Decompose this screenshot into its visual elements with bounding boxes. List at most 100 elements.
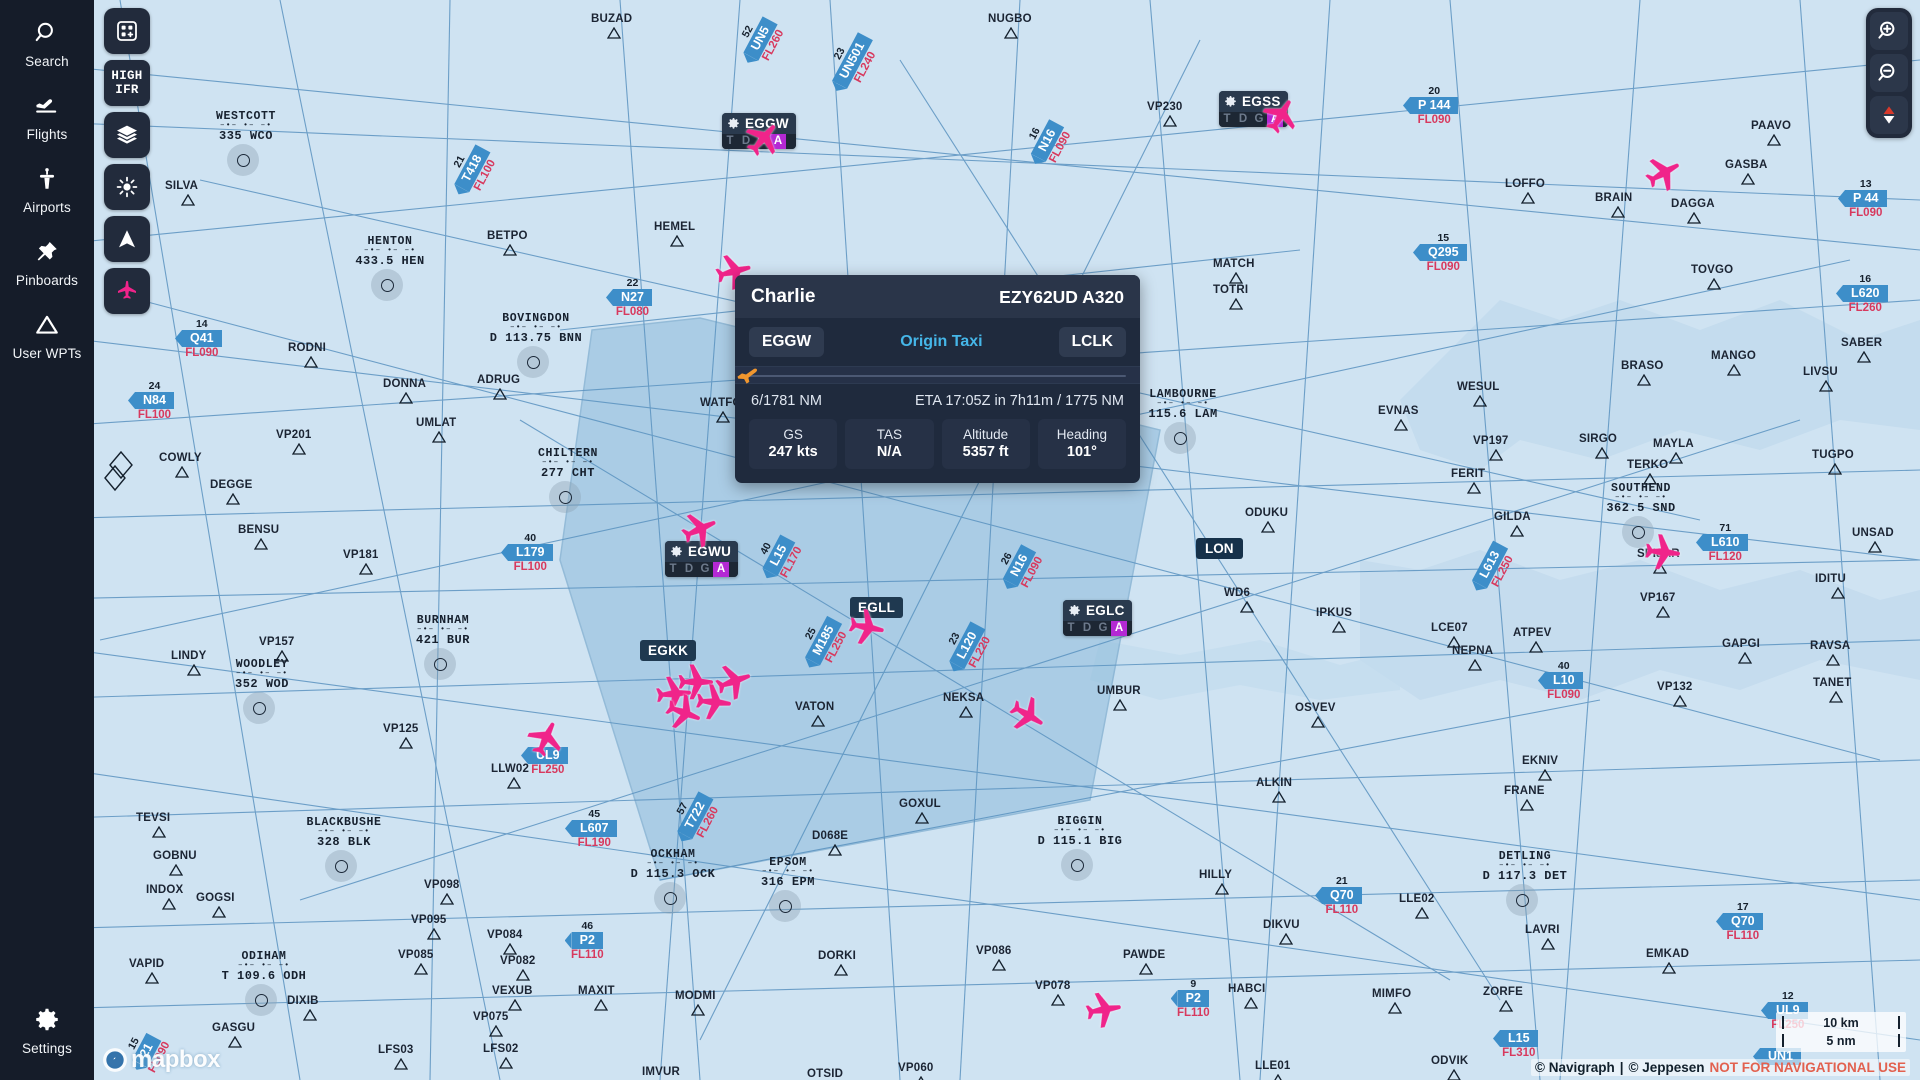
metric-gs-label: GS (783, 427, 803, 442)
airport-chart-modes[interactable]: TDGA (722, 134, 796, 149)
airport-badge-egss[interactable]: EGSS T D G A (1219, 91, 1288, 127)
waypoint-triangle-icon (1826, 654, 1840, 666)
airport-chip-egll[interactable]: EGLL (850, 597, 904, 618)
mapbox-wordmark: mapbox (131, 1046, 221, 1073)
chart-mode-t[interactable]: T (1219, 112, 1235, 127)
waypoint-triangle-icon (440, 893, 454, 905)
airport-badge-header[interactable]: EGWU (665, 541, 739, 562)
waypoint-triangle-icon (1673, 695, 1687, 707)
chart-mode-g[interactable]: G (1095, 621, 1111, 636)
layers-button[interactable] (104, 112, 150, 158)
traffic-button[interactable] (104, 268, 150, 314)
map-canvas[interactable]: WESTCOTT –•– •– –• 335 WCO HENTON –•– •– –• 4… (0, 0, 1920, 1080)
scale-metric: 10 km (1782, 1014, 1900, 1032)
attribution-navigraph[interactable]: © Navigraph (1535, 1060, 1615, 1075)
vor-symbol-icon (769, 890, 801, 922)
sidebar-item-search[interactable]: Search (0, 6, 94, 79)
chart-type-button[interactable]: HIGH IFR (104, 60, 150, 106)
waypoint-triangle-icon (992, 959, 1006, 971)
waypoint-triangle-icon (503, 943, 517, 955)
chart-mode-d[interactable]: D (681, 562, 697, 577)
metric-altitude-value: 5357 ft (962, 444, 1009, 460)
gear-icon (728, 117, 739, 129)
popup-route-row: EGGW Origin Taxi LCLK (735, 318, 1140, 366)
waypoint-triangle-icon (399, 737, 413, 749)
chart-mode-t[interactable]: T (722, 134, 738, 149)
chart-mode-a[interactable]: A (770, 134, 786, 149)
mapbox-logo[interactable]: mapbox (102, 1046, 221, 1074)
chart-mode-a[interactable]: A (1111, 621, 1127, 636)
popup-eta: ETA 17:05Z in 7h11m / 1775 NM (914, 393, 1124, 409)
waypoint-triangle-icon (508, 999, 522, 1011)
sidebar-item-settings[interactable]: Settings (0, 993, 94, 1066)
airport-icao-code: EGGW (745, 116, 789, 131)
waypoint-triangle-icon (1741, 173, 1755, 185)
chart-mode-g[interactable]: G (697, 562, 713, 577)
zoom-out-button[interactable] (1870, 54, 1908, 92)
chart-mode-d[interactable]: D (1079, 621, 1095, 636)
region-chip-lon[interactable]: LON (1196, 538, 1243, 559)
waypoint-triangle-icon (716, 411, 730, 423)
waypoint-triangle-icon (1004, 27, 1018, 39)
airport-icao-code: EGSS (1242, 94, 1281, 109)
waypoint-triangle-icon (1669, 452, 1683, 464)
airport-badge-header[interactable]: EGLC (1063, 600, 1132, 621)
sidebar-item-flights[interactable]: Flights (0, 79, 94, 152)
vor-symbol-icon (1506, 884, 1538, 916)
metric-heading-value: 101° (1066, 444, 1097, 460)
altitude-filter-button[interactable] (1870, 96, 1908, 134)
popup-origin-chip[interactable]: EGGW (749, 327, 825, 357)
north-up-button[interactable] (104, 216, 150, 262)
waypoint-triangle-icon (169, 864, 183, 876)
flight-info-popup[interactable]: Charlie EZY62UD A320 EGGW Origin Taxi LC… (735, 275, 1140, 483)
waypoint-triangle-icon (607, 27, 621, 39)
waypoint-triangle-icon (1829, 691, 1843, 703)
chart-mode-t[interactable]: T (1063, 621, 1079, 636)
chart-mode-a[interactable]: A (713, 562, 729, 577)
airport-badge-header[interactable]: EGSS (1219, 91, 1288, 112)
sidebar-item-pinboards[interactable]: Pinboards (0, 225, 94, 298)
chart-mode-g[interactable]: G (1251, 112, 1267, 127)
airport-badge-eglc[interactable]: EGLC T D G A (1063, 600, 1132, 636)
airport-badge-egwu[interactable]: EGWU T D G A (665, 541, 739, 577)
gear-icon (36, 1008, 58, 1031)
waypoint-triangle-icon (303, 1009, 317, 1021)
sidebar-item-user-wpts[interactable]: User WPTs (0, 298, 94, 371)
airport-badge-eggw[interactable]: EGGW T D G A (722, 113, 796, 149)
map-zoom-controls (1866, 8, 1912, 138)
gear-icon (671, 545, 682, 557)
metric-groundspeed: GS 247 kts (749, 419, 838, 469)
scale-bar: 10 km 5 nm (1776, 1012, 1906, 1052)
pin-icon (37, 242, 57, 261)
zoom-in-button[interactable] (1870, 12, 1908, 50)
waypoint-triangle-icon (914, 1076, 926, 1080)
airport-chip-egkk[interactable]: EGKK (640, 640, 697, 661)
chart-mode-d[interactable]: D (738, 134, 754, 149)
waypoint-triangle-icon (1244, 997, 1258, 1009)
brightness-button[interactable] (104, 164, 150, 210)
attribution-jeppesen[interactable]: © Jeppesen (1629, 1060, 1705, 1075)
waypoint-triangle-icon (691, 1004, 705, 1016)
chart-mode-g[interactable]: G (754, 134, 770, 149)
waypoint-triangle-icon (1819, 380, 1833, 392)
magnifier-minus-icon (1878, 63, 1895, 81)
airport-badge-header[interactable]: EGGW (722, 113, 796, 134)
chart-mode-a[interactable]: A (1267, 112, 1283, 127)
waypoint-triangle-icon (811, 715, 825, 727)
waypoint-triangle-icon (1332, 621, 1346, 633)
waypoint-triangle-icon (304, 356, 318, 368)
chart-mode-d[interactable]: D (1235, 112, 1251, 127)
sidebar-item-airports[interactable]: Airports (0, 152, 94, 225)
popup-destination-chip[interactable]: LCLK (1058, 327, 1126, 357)
add-layer-button[interactable] (104, 8, 150, 54)
waypoint-triangle-icon (181, 194, 195, 206)
airport-chart-modes[interactable]: TDGA (665, 562, 739, 577)
airport-chart-modes[interactable]: TDGA (1063, 621, 1132, 636)
search-icon (35, 22, 53, 42)
chart-mode-t[interactable]: T (665, 562, 681, 577)
waypoint-triangle-icon (1529, 641, 1543, 653)
sidebar-label-settings: Settings (22, 1041, 72, 1056)
waypoint-triangle-icon (162, 898, 176, 910)
waypoint-triangle-icon (1653, 562, 1667, 574)
airport-chart-modes[interactable]: TDGA (1219, 112, 1288, 127)
